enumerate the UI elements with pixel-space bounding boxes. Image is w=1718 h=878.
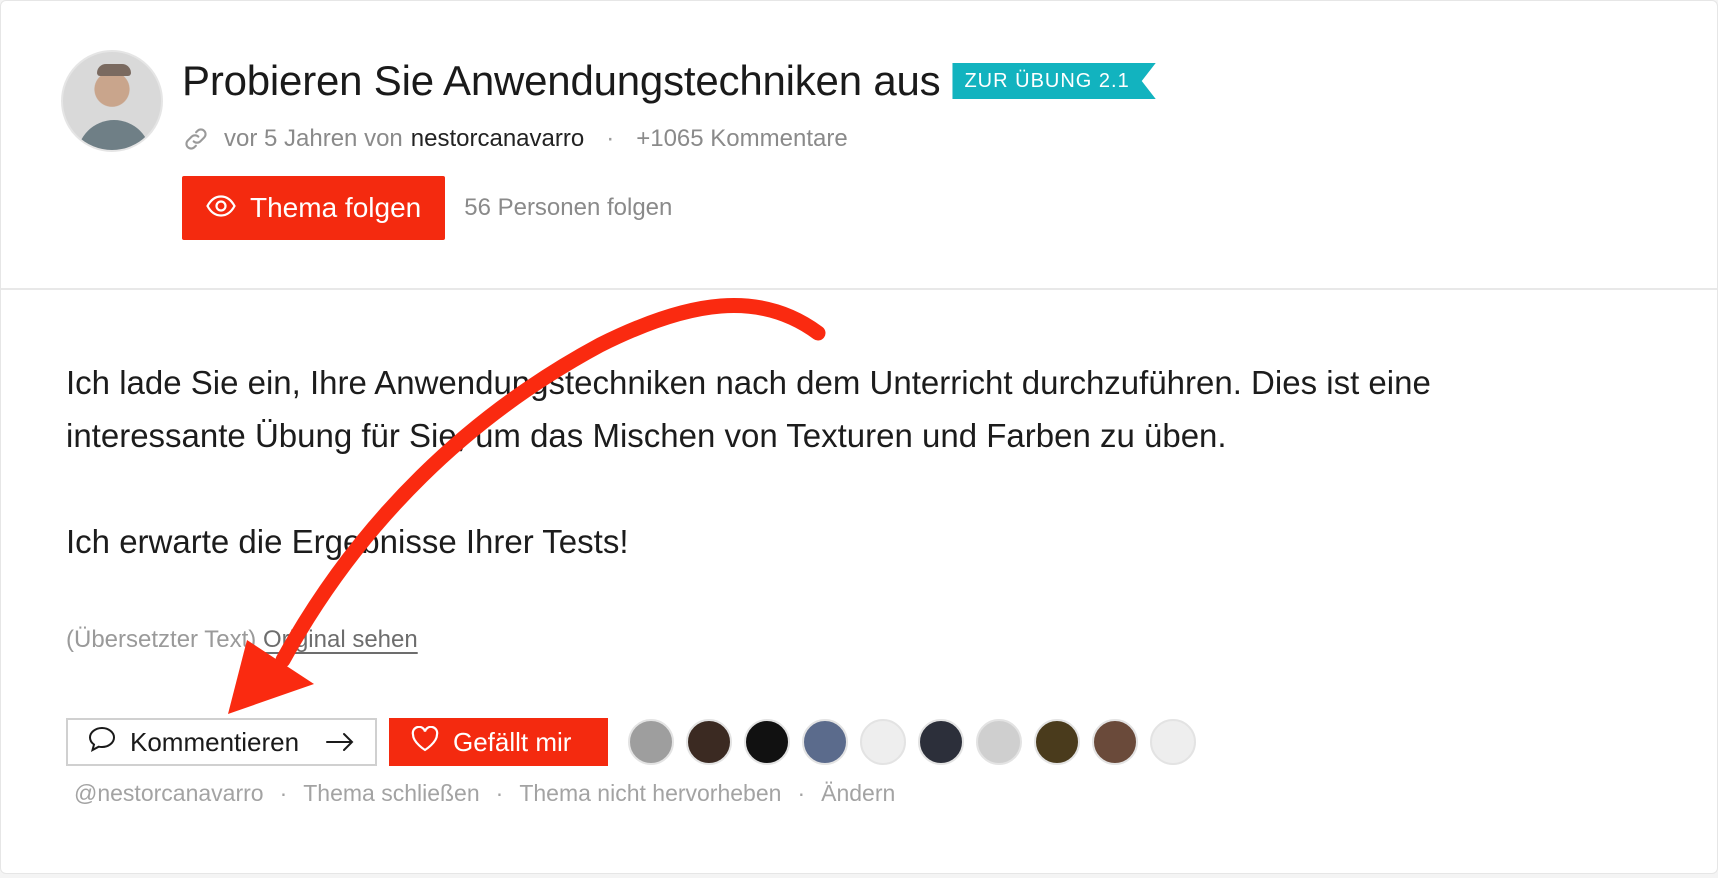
liker-avatar[interactable]	[802, 719, 848, 765]
footer-links: @nestorcanavarro · Thema schließen · The…	[74, 780, 895, 807]
liker-avatar[interactable]	[976, 719, 1022, 765]
footer-separator: ·	[797, 780, 806, 806]
footer-separator: ·	[495, 780, 504, 806]
title-row: Probieren Sie Anwendungstechniken aus ZU…	[182, 55, 1156, 107]
liker-avatar[interactable]	[1092, 719, 1138, 765]
author-link[interactable]: nestorcanavarro	[411, 125, 584, 153]
follow-button-label: Thema folgen	[250, 192, 422, 223]
body-line-1: Ich lade Sie ein, Ihre Anwendungstechnik…	[66, 364, 1431, 401]
edit-topic-link[interactable]: Ändern	[821, 780, 895, 807]
like-button[interactable]: Gefällt mir	[389, 718, 608, 766]
action-bar: Kommentieren Gefällt mir	[66, 718, 1196, 766]
author-avatar[interactable]	[61, 50, 163, 152]
eye-icon	[206, 192, 236, 224]
comment-button-label: Kommentieren	[130, 726, 300, 757]
header-divider	[1, 288, 1717, 290]
liker-avatars	[628, 719, 1196, 765]
see-original-link[interactable]: Original sehen	[263, 626, 418, 653]
follow-row: Thema folgen 56 Personen folgen	[182, 176, 672, 240]
like-button-label: Gefällt mir	[453, 726, 572, 757]
author-mention-link[interactable]: @nestorcanavarro	[74, 780, 264, 807]
topic-body: Ich lade Sie ein, Ihre Anwendungstechnik…	[66, 356, 1666, 568]
close-topic-link[interactable]: Thema schließen	[303, 780, 479, 807]
comment-button[interactable]: Kommentieren	[66, 718, 377, 766]
topic-header: Probieren Sie Anwendungstechniken aus ZU…	[1, 1, 1717, 289]
speech-bubble-icon	[88, 726, 116, 759]
liker-avatar[interactable]	[686, 719, 732, 765]
body-paragraph-2: Ich erwarte die Ergebnisse Ihrer Tests!	[66, 523, 629, 560]
time-ago: vor 5 Jahren von	[224, 125, 403, 152]
liker-avatar[interactable]	[918, 719, 964, 765]
liker-avatar[interactable]	[860, 719, 906, 765]
translated-text-label: (Übersetzter Text)	[66, 626, 257, 653]
link-icon[interactable]	[182, 125, 210, 153]
arrow-right-icon	[325, 732, 355, 752]
body-line-2: interessante Übung für Sie, um das Misch…	[66, 417, 1227, 454]
heart-icon	[411, 725, 439, 759]
liker-avatar[interactable]	[628, 719, 674, 765]
follower-count[interactable]: 56 Personen folgen	[464, 194, 672, 222]
translation-note: (Übersetzter Text) Original sehen	[66, 626, 418, 654]
avatar-hair	[97, 64, 131, 76]
avatar-shirt	[77, 120, 151, 150]
exercise-badge[interactable]: ZUR ÜBUNG 2.1	[952, 63, 1155, 99]
comment-count[interactable]: +1065 Kommentare	[636, 125, 847, 153]
liker-avatar[interactable]	[1034, 719, 1080, 765]
page-title: Probieren Sie Anwendungstechniken aus	[182, 57, 941, 104]
meta-separator: ·	[606, 125, 615, 152]
unfeature-topic-link[interactable]: Thema nicht hervorheben	[519, 780, 781, 807]
topic-meta: vor 5 Jahren von nestorcanavarro · +1065…	[182, 123, 848, 155]
follow-topic-button[interactable]: Thema folgen	[182, 176, 446, 240]
footer-separator: ·	[279, 780, 288, 806]
liker-avatar[interactable]	[1150, 719, 1196, 765]
liker-avatar[interactable]	[744, 719, 790, 765]
topic-card: Probieren Sie Anwendungstechniken aus ZU…	[0, 0, 1718, 874]
